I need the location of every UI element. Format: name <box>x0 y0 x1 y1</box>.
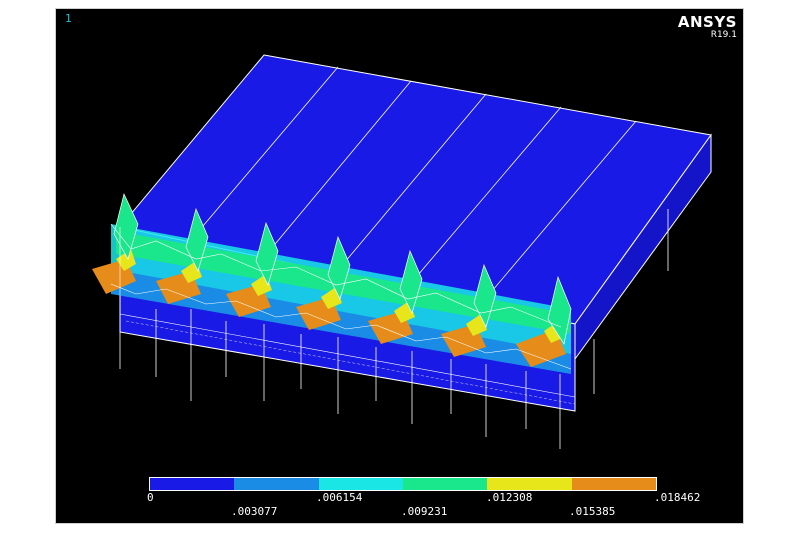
legend-label-top-3: .012308 <box>486 491 533 504</box>
legend-label-top-4: .018462 <box>654 491 701 504</box>
legend-band-5 <box>487 478 572 490</box>
legend-band-1 <box>150 478 235 490</box>
legend-label-top-2: .006154 <box>316 491 363 504</box>
legend-band-2 <box>234 478 319 490</box>
fe-model-contour-plot[interactable] <box>56 9 743 469</box>
legend-band-4 <box>402 478 488 490</box>
legend-band-6 <box>571 478 656 490</box>
legend-label-bottom-2: .009231 <box>401 505 448 518</box>
legend-label-bottom-3: .015385 <box>569 505 616 518</box>
contour-legend-bar <box>149 477 657 491</box>
graphics-viewport[interactable]: 1 ANSYS R19.1 0 .006154 .012308 .018462 … <box>55 8 744 524</box>
legend-label-top-1: 0 <box>147 491 154 504</box>
legend-band-3 <box>318 478 403 490</box>
legend-label-bottom-1: .003077 <box>231 505 278 518</box>
